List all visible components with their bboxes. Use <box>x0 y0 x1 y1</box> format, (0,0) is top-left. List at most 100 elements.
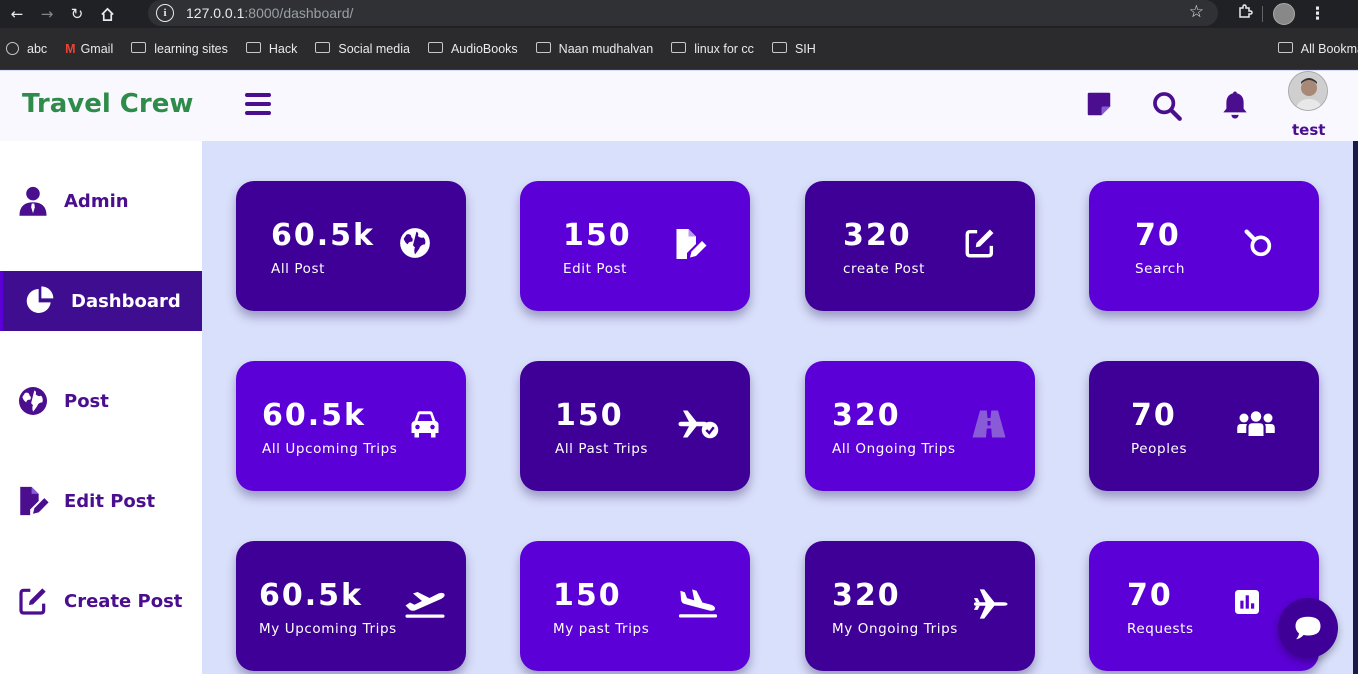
sidebar: Admin Dashboard Post Edit Post Create Po… <box>0 141 202 674</box>
card-caption: Search <box>1135 261 1185 277</box>
hamburger-menu-icon[interactable] <box>245 93 271 117</box>
sidebar-item-label: Post <box>64 390 109 412</box>
card-value: 70 <box>1135 218 1181 253</box>
stat-card-my-upcoming-trips[interactable]: 60.5k My Upcoming Trips <box>236 541 466 671</box>
chat-bubble-icon <box>1295 616 1321 640</box>
brand-logo[interactable]: Travel Crew <box>22 89 193 119</box>
address-bar[interactable]: i 127.0.0.1:8000/dashboard/ ☆ <box>148 0 1218 26</box>
profile-avatar[interactable] <box>1273 3 1295 25</box>
card-caption: My Ongoing Trips <box>832 621 958 637</box>
card-caption: My past Trips <box>553 621 650 637</box>
sidebar-item-label: Create Post <box>64 590 183 612</box>
card-value: 150 <box>563 218 632 253</box>
bookmark-folder-audiobooks[interactable]: AudioBooks <box>427 42 518 56</box>
stat-card-requests[interactable]: 70 Requests <box>1089 541 1319 671</box>
sidebar-item-edit-post[interactable]: Edit Post <box>0 471 202 531</box>
folder-icon <box>245 42 261 53</box>
extensions-icon[interactable] <box>1237 4 1253 24</box>
sidebar-item-create-post[interactable]: Create Post <box>0 571 202 631</box>
card-value: 60.5k <box>271 218 375 253</box>
bookmark-folder-hack[interactable]: Hack <box>245 42 297 56</box>
site-info-icon[interactable]: i <box>156 4 174 22</box>
url-host: 127.0.0.1 <box>186 5 245 21</box>
plane-arrival-icon <box>676 586 722 622</box>
stat-card-create-post[interactable]: 320 create Post <box>805 181 1035 311</box>
back-icon[interactable]: ← <box>4 1 30 27</box>
plane-departure-icon <box>402 586 448 622</box>
gmail-icon: M <box>65 41 76 56</box>
user-avatar[interactable] <box>1288 71 1328 111</box>
card-value: 150 <box>553 578 622 613</box>
browser-toolbar: ← → ↻ i 127.0.0.1:8000/dashboard/ ☆ ⋮ <box>0 0 1358 28</box>
page-scrollbar[interactable] <box>1353 141 1358 674</box>
folder-icon <box>771 42 787 53</box>
globe-icon <box>16 384 50 418</box>
forward-icon[interactable]: → <box>34 1 60 27</box>
card-value: 150 <box>555 398 624 433</box>
sidebar-item-post[interactable]: Post <box>0 371 202 431</box>
chat-button[interactable] <box>1278 598 1338 658</box>
stat-card-peoples[interactable]: 70 Peoples <box>1089 361 1319 491</box>
sticky-note-icon[interactable] <box>1084 89 1116 121</box>
file-pen-icon <box>16 484 50 518</box>
bookmarks-bar: abc M Gmail learning sites Hack Social me… <box>0 28 1358 70</box>
search-icon <box>1241 226 1277 262</box>
card-caption: Edit Post <box>563 261 628 277</box>
stat-card-all-upcoming-trips[interactable]: 60.5k All Upcoming Trips <box>236 361 466 491</box>
chart-square-icon <box>1231 586 1267 622</box>
user-tie-icon <box>16 184 50 218</box>
file-pen-icon <box>672 226 708 262</box>
pen-square-icon <box>963 226 999 262</box>
home-icon[interactable] <box>94 1 120 27</box>
card-caption: All Ongoing Trips <box>832 441 956 457</box>
all-bookmarks-button[interactable]: All Bookmarks <box>1277 42 1358 56</box>
bookmark-folder-linux-for-cc[interactable]: linux for cc <box>671 42 754 56</box>
stat-card-all-past-trips[interactable]: 150 All Past Trips <box>520 361 750 491</box>
folder-icon <box>427 42 443 53</box>
stat-card-edit-post[interactable]: 150 Edit Post <box>520 181 750 311</box>
username-label: test <box>1292 121 1326 139</box>
stat-card-my-ongoing-trips[interactable]: 320 My Ongoing Trips <box>805 541 1035 671</box>
app-header: Travel Crew test <box>0 71 1358 141</box>
sidebar-item-label: Admin <box>64 190 129 212</box>
bookmark-folder-naan-mudhalvan[interactable]: Naan mudhalvan <box>535 42 653 56</box>
sidebar-item-dashboard[interactable]: Dashboard <box>0 271 202 331</box>
dashboard-main: 60.5k All Post 150 Edit Post 320 create … <box>202 141 1353 674</box>
card-value: 60.5k <box>259 578 363 613</box>
globe-icon <box>398 226 434 262</box>
sidebar-item-admin[interactable]: Admin <box>0 171 202 231</box>
card-value: 70 <box>1127 578 1173 613</box>
stat-card-my-past-trips[interactable]: 150 My past Trips <box>520 541 750 671</box>
card-value: 320 <box>832 578 901 613</box>
folder-icon <box>535 42 551 53</box>
sidebar-item-label: Dashboard <box>71 290 181 312</box>
plane-icon <box>971 586 1008 622</box>
folder-icon <box>315 42 331 53</box>
card-value: 320 <box>832 398 901 433</box>
bookmark-folder-social-media[interactable]: Social media <box>315 42 410 56</box>
card-caption: Peoples <box>1131 441 1188 457</box>
bookmark-folder-sih[interactable]: SIH <box>771 42 816 56</box>
browser-menu-icon[interactable]: ⋮ <box>1309 4 1326 24</box>
bookmark-star-icon[interactable]: ☆ <box>1189 2 1204 22</box>
search-icon[interactable] <box>1150 89 1182 121</box>
car-icon <box>407 406 443 442</box>
card-value: 70 <box>1131 398 1177 433</box>
stat-card-search[interactable]: 70 Search <box>1089 181 1319 311</box>
card-caption: Requests <box>1127 621 1194 637</box>
bookmark-gmail[interactable]: M Gmail <box>65 42 113 56</box>
url-path: :8000/dashboard/ <box>244 5 354 21</box>
stat-card-all-post[interactable]: 60.5k All Post <box>236 181 466 311</box>
bookmark-abc[interactable]: abc <box>6 42 47 56</box>
stat-card-all-ongoing-trips[interactable]: 320 All Ongoing Trips <box>805 361 1035 491</box>
bell-icon[interactable] <box>1220 89 1252 121</box>
folder-icon <box>131 42 147 53</box>
reload-icon[interactable]: ↻ <box>64 1 90 27</box>
pen-square-icon <box>16 584 50 618</box>
plane-check-icon <box>675 406 721 442</box>
card-caption: create Post <box>843 261 925 277</box>
folder-icon <box>1277 42 1293 53</box>
card-caption: All Past Trips <box>555 441 649 457</box>
bookmark-folder-learning-sites[interactable]: learning sites <box>131 42 228 56</box>
card-value: 60.5k <box>262 398 366 433</box>
